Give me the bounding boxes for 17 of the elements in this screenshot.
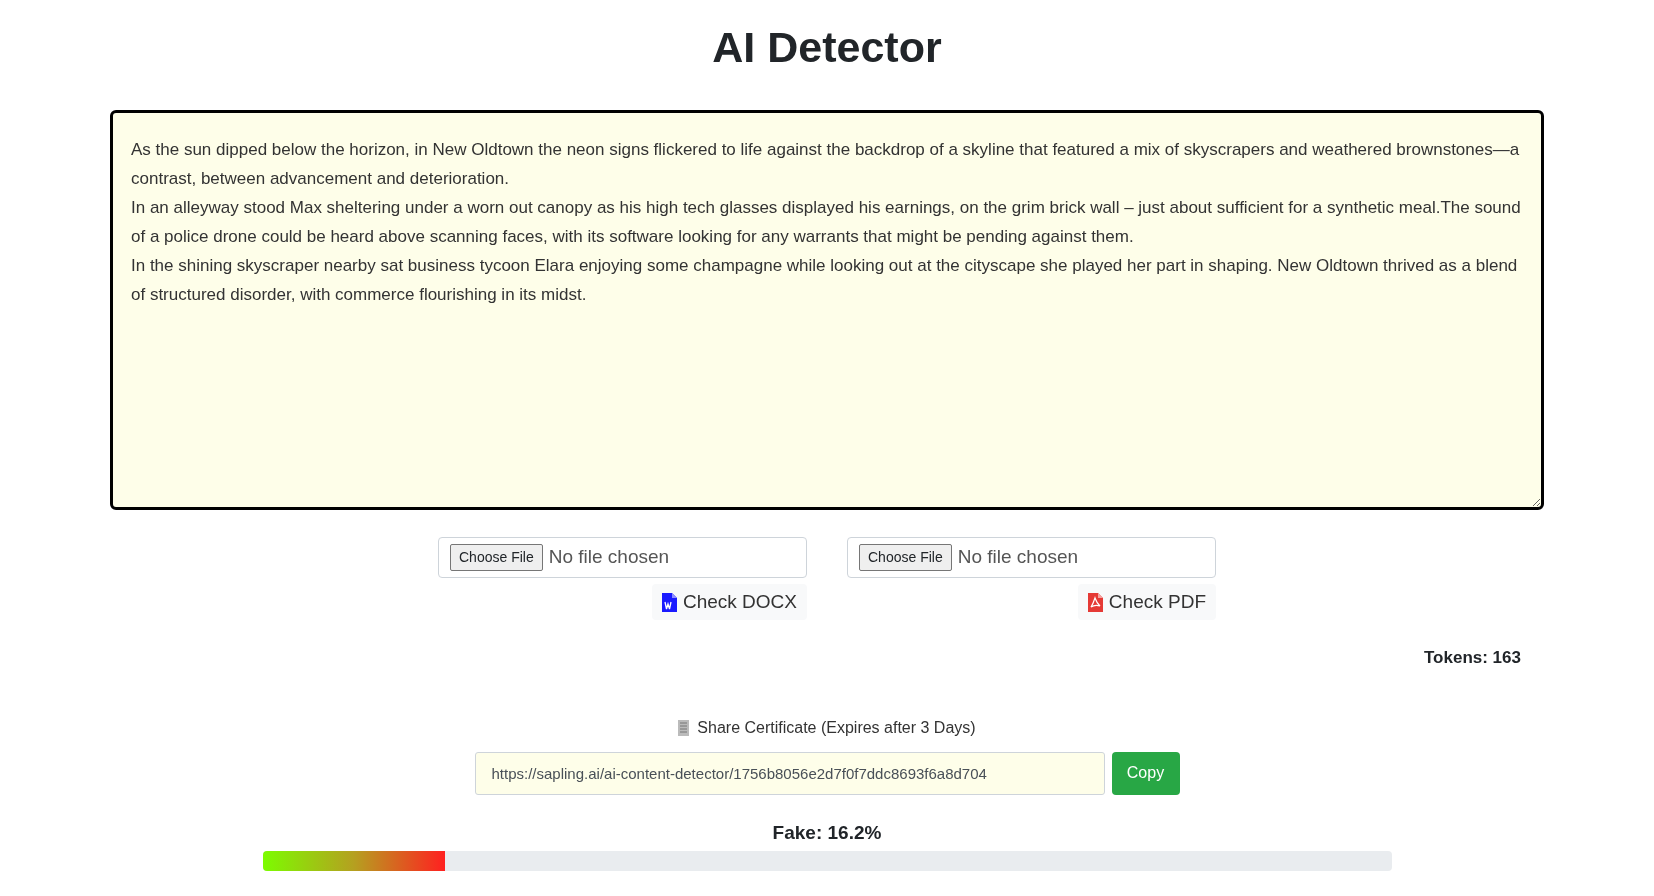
text-input[interactable]: As the sun dipped below the horizon, in New Oldtown the neon signs flickered to life against the backdrop of a skyline that featured a mix of skyscrapers and weathered brownstones—a contrast, between advancement and deterioration. In an alleyway stood Max sheltering under a worn out canopy as his high tech glasses displayed his earnings, on the grim brick wall – just about sufficient for a synthetic meal.The sound of a police drone could be heard above scanning faces, with its software looking for any warrants that might be pending against them. In the shining skyscraper nearby sat business tycoon Elara enjoying some champagne while looking out at the cityscape she played her part in shaping. New Oldtown thrived as a blend of structured disorder, with commerce flourishing in its midst. [110,110,1544,510]
fake-score: Fake: 16.2% [772,820,882,845]
page-title: AI Detector [711,22,943,73]
token-count: Tokens: 163 [1424,647,1521,669]
check-button[interactable]: Check PDF [1077,584,1216,620]
file-status: No file chosen [957,545,1079,570]
url-field[interactable]: https://sapling.ai/ai-content-detector/1756b8056e2d7f0f7ddc8693f6a8d704 [474,751,1105,795]
choose-file-button[interactable]: Choose File [450,544,543,571]
share-label: Share Certificate (Expires after 3 Days) [697,717,976,738]
file-input[interactable]: Choose File No file chosen [438,537,807,578]
check-button[interactable]: Check DOCX [651,584,807,620]
file-input[interactable]: Choose File No file chosen [847,537,1216,578]
choose-file-button[interactable]: Choose File [859,544,952,571]
pdf-document-icon [1087,592,1103,612]
document-icon [678,719,690,736]
word-document-icon [661,592,677,612]
file-status: No file chosen [548,545,670,570]
